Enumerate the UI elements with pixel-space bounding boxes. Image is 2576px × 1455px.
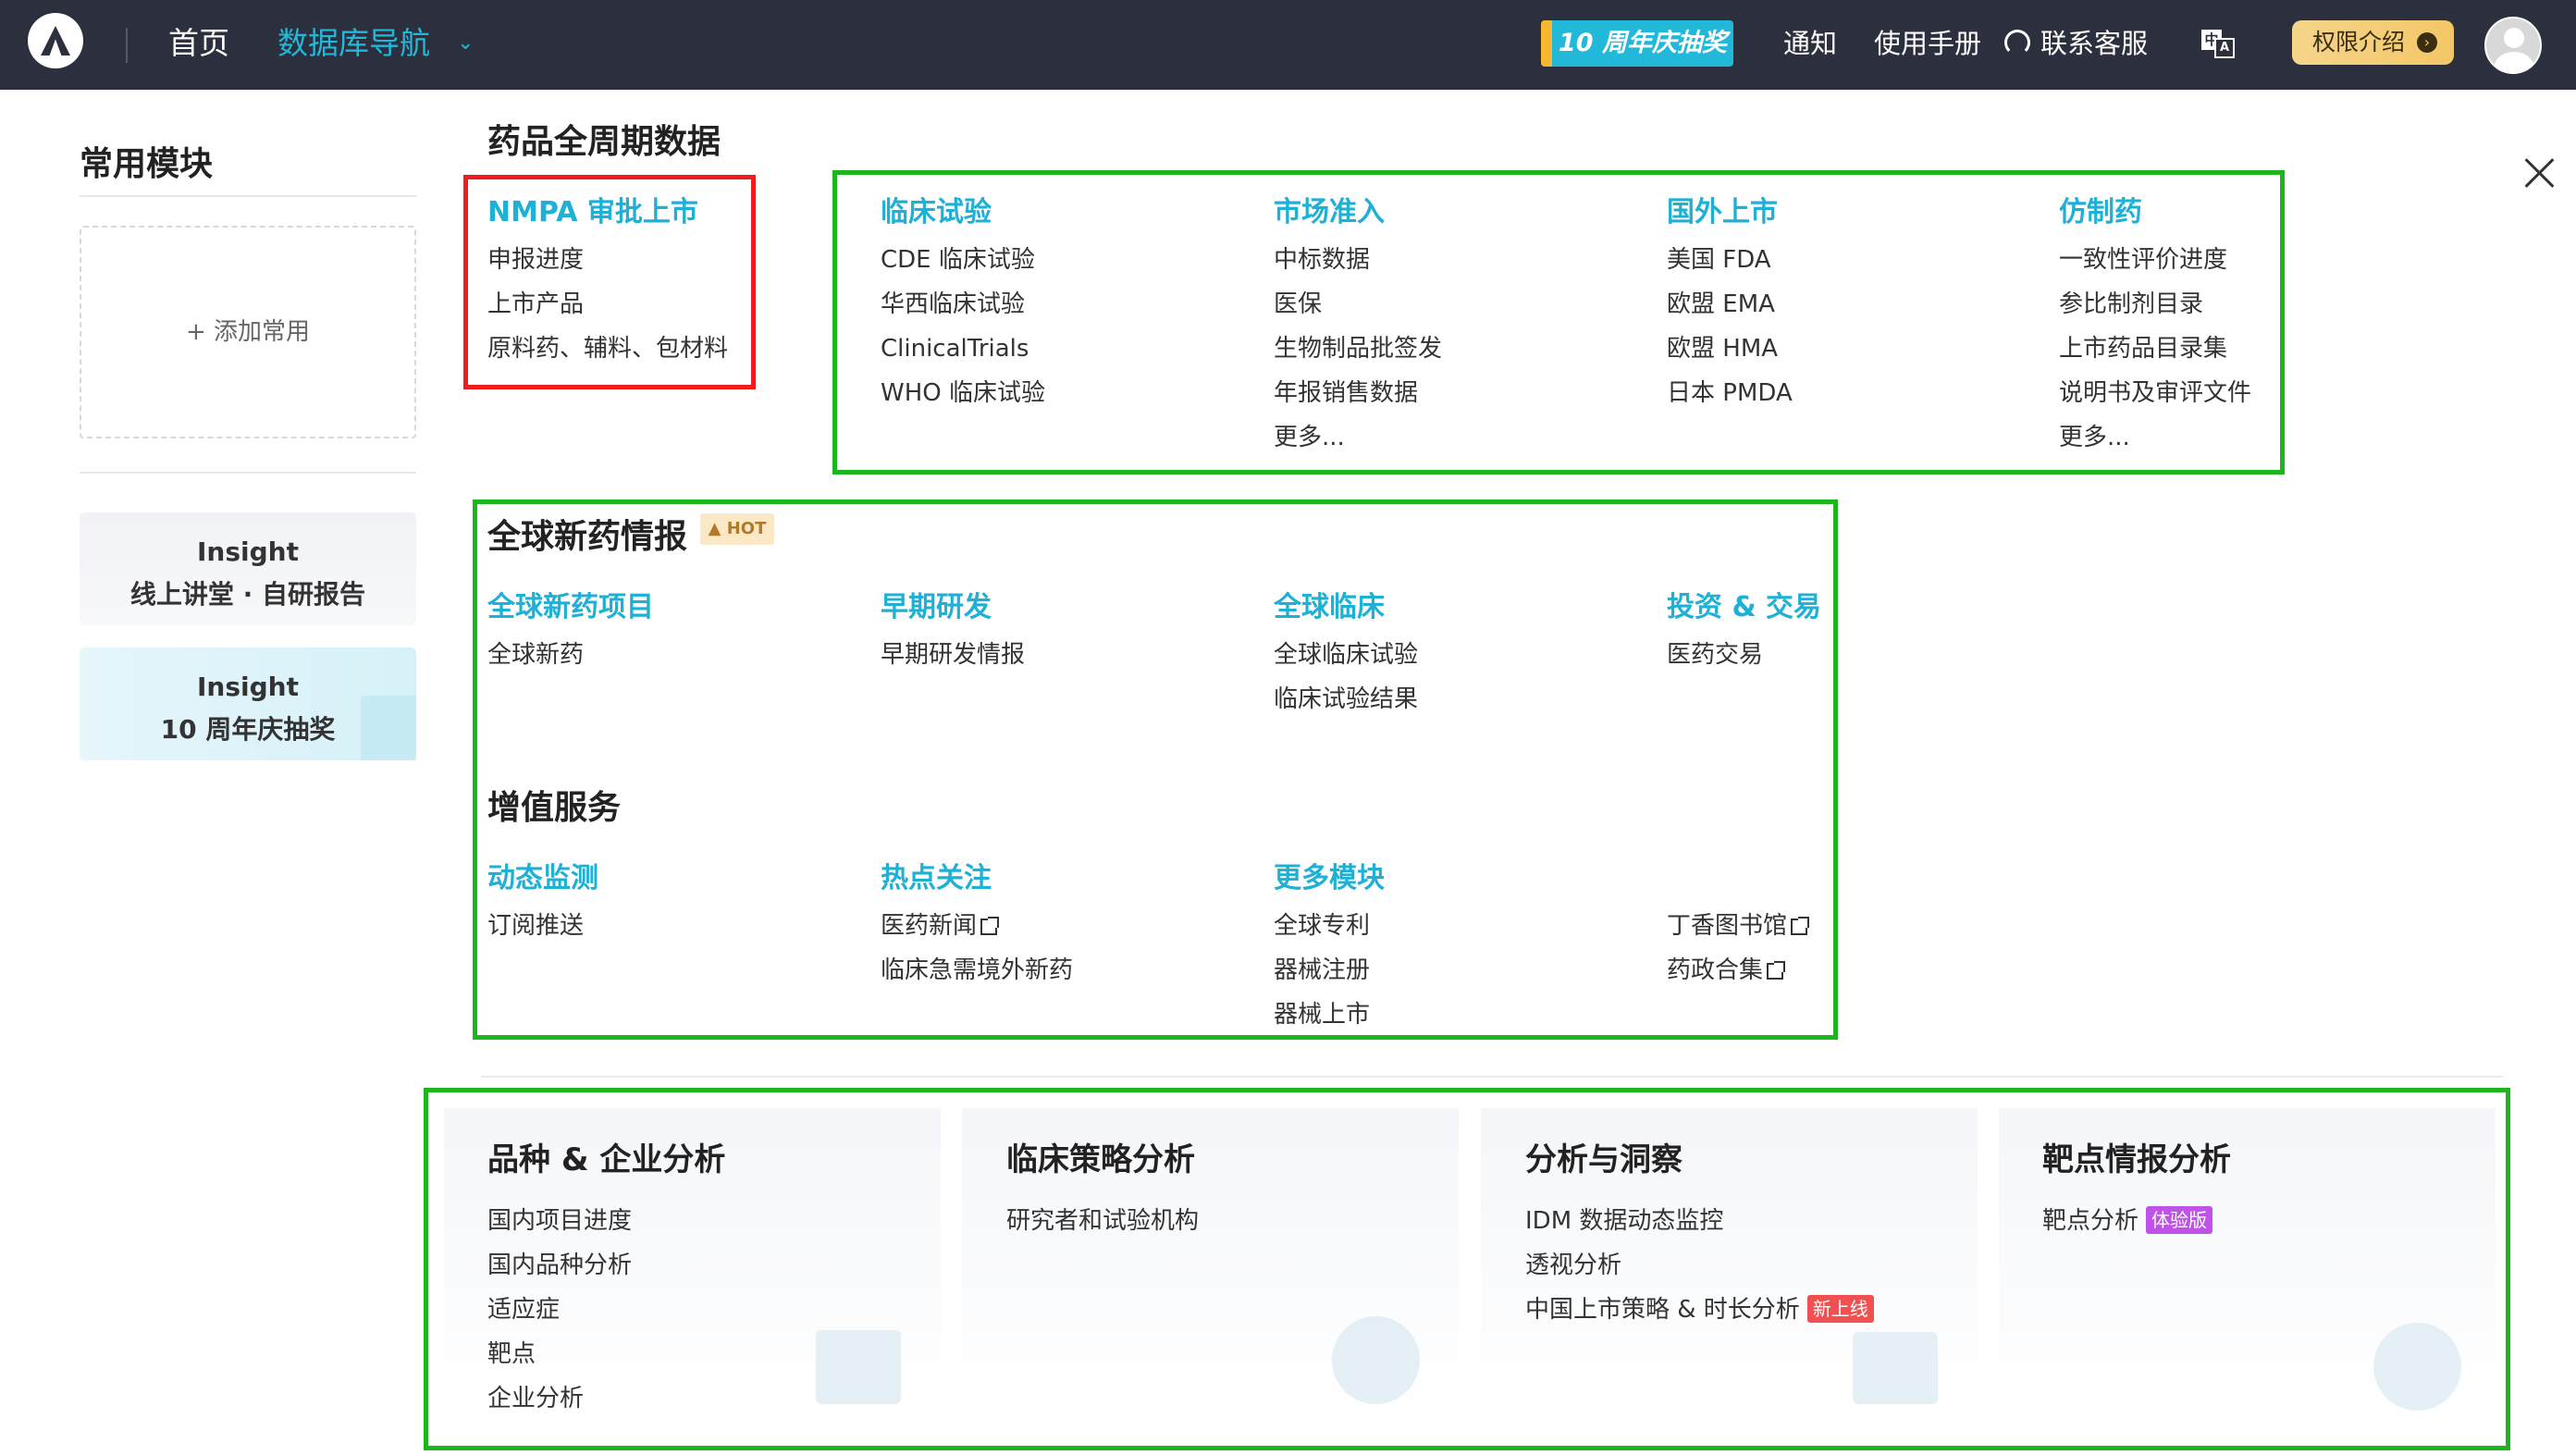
logo-icon[interactable] xyxy=(28,13,83,68)
top-bar: 首页 数据库导航 ⌄ 10 周年庆抽奖 通知 使用手册 联系客服 中A 权限介绍… xyxy=(0,0,2576,90)
nav-database[interactable]: 数据库导航 xyxy=(277,20,430,67)
manual-link[interactable]: 使用手册 xyxy=(1874,20,1981,67)
section-title-drug: 药品全周期数据 xyxy=(487,123,721,161)
divider xyxy=(80,472,416,474)
insight-anniversary-card[interactable]: Insight 10 周年庆抽奖 xyxy=(80,647,416,760)
chevron-down-icon[interactable]: ⌄ xyxy=(457,31,474,55)
add-common-button[interactable]: + 添加常用 xyxy=(80,226,416,438)
insight-desc: 线上讲堂 · 自研报告 xyxy=(129,579,366,610)
arrow-right-icon: › xyxy=(2417,32,2437,53)
common-modules-title: 常用模块 xyxy=(80,145,214,183)
highlight-box-green xyxy=(424,1088,2510,1450)
auth-intro-label: 权限介绍 xyxy=(2312,29,2406,55)
divider xyxy=(126,28,128,63)
gift-icon xyxy=(361,696,416,760)
highlight-box-green xyxy=(473,499,1838,1040)
notice-link[interactable]: 通知 xyxy=(1783,20,1837,67)
highlight-box-green xyxy=(832,170,2285,475)
highlight-box-red xyxy=(463,175,756,389)
headset-icon[interactable] xyxy=(2004,30,2030,55)
insight-lecture-card[interactable]: Insight 线上讲堂 · 自研报告 xyxy=(80,512,416,625)
avatar[interactable] xyxy=(2484,17,2542,74)
auth-intro-button[interactable]: 权限介绍 › xyxy=(2292,20,2454,65)
service-link[interactable]: 联系客服 xyxy=(2040,20,2148,67)
nav-home[interactable]: 首页 xyxy=(168,20,229,67)
anniversary-button[interactable]: 10 周年庆抽奖 xyxy=(1541,20,1733,67)
close-icon[interactable] xyxy=(2523,157,2555,189)
divider xyxy=(481,1076,2503,1078)
insight-label: Insight xyxy=(197,536,299,567)
language-icon[interactable]: 中A xyxy=(2201,30,2235,58)
divider xyxy=(80,195,416,197)
